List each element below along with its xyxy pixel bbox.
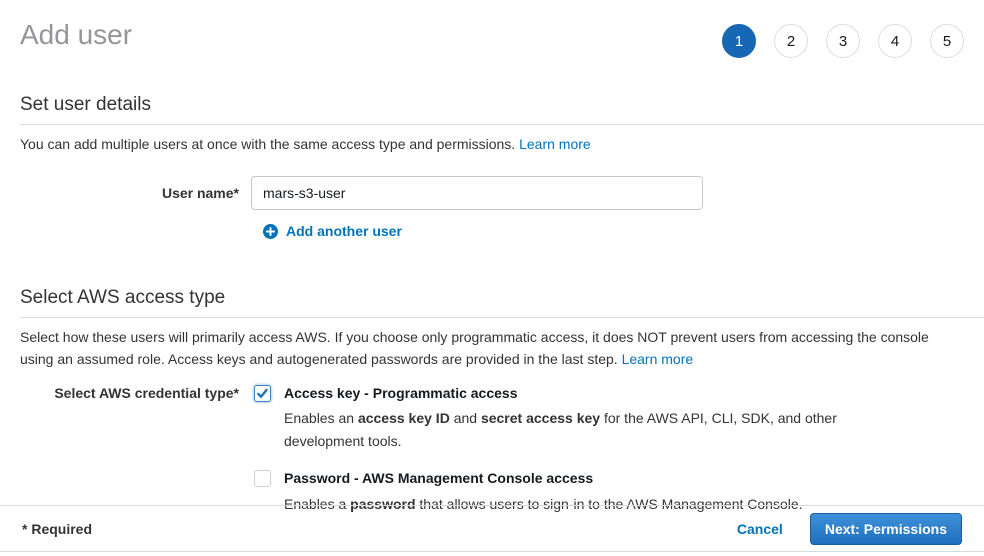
credential-option-access-key: Select AWS credential type* Access key -… [20,384,964,453]
footer-actions: Cancel Next: Permissions [737,513,962,545]
learn-more-link-2[interactable]: Learn more [622,351,694,367]
step-indicator-1: 1 [722,24,756,58]
access-key-title: Access key - Programmatic access [284,384,840,402]
step-indicator-2: 2 [774,24,808,58]
add-another-user-row: Add another user [263,223,964,239]
password-checkbox[interactable] [254,470,271,487]
section-user-details: Set user details You can add multiple us… [20,94,964,239]
wizard-footer: * Required Cancel Next: Permissions [0,505,984,552]
step-indicator-5: 5 [930,24,964,58]
step-indicator-4: 4 [878,24,912,58]
add-another-user-link[interactable]: Add another user [263,223,402,239]
checkmark-icon [256,387,269,400]
page-header: Add user 1 2 3 4 5 [20,0,964,58]
section-divider [20,124,984,125]
username-label: User name* [20,176,251,210]
access-key-content: Access key - Programmatic access Enables… [284,384,840,453]
username-input[interactable] [251,176,703,210]
section-divider [20,317,984,318]
section-access-type: Select AWS access type Select how these … [20,287,964,515]
cancel-button[interactable]: Cancel [737,521,783,537]
access-key-description: Enables an access key ID and secret acce… [284,407,840,452]
step-indicator-3: 3 [826,24,860,58]
next-permissions-button[interactable]: Next: Permissions [810,513,962,545]
required-note: * Required [22,521,92,537]
credential-type-label: Select AWS credential type* [20,384,251,453]
access-type-intro: Select how these users will primarily ac… [20,327,964,370]
wizard-step-indicator: 1 2 3 4 5 [722,24,964,58]
username-row: User name* [20,176,964,210]
page-title: Add user [20,18,132,52]
user-details-intro: You can add multiple users at once with … [20,134,964,156]
learn-more-link[interactable]: Learn more [519,136,591,152]
access-key-checkbox[interactable] [254,385,271,402]
access-type-heading: Select AWS access type [20,287,964,310]
password-title: Password - AWS Management Console access [284,469,803,487]
add-user-page: Add user 1 2 3 4 5 Set user details You … [0,0,984,515]
user-details-heading: Set user details [20,94,964,117]
add-circle-icon [263,224,278,239]
add-another-user-label: Add another user [286,223,402,239]
